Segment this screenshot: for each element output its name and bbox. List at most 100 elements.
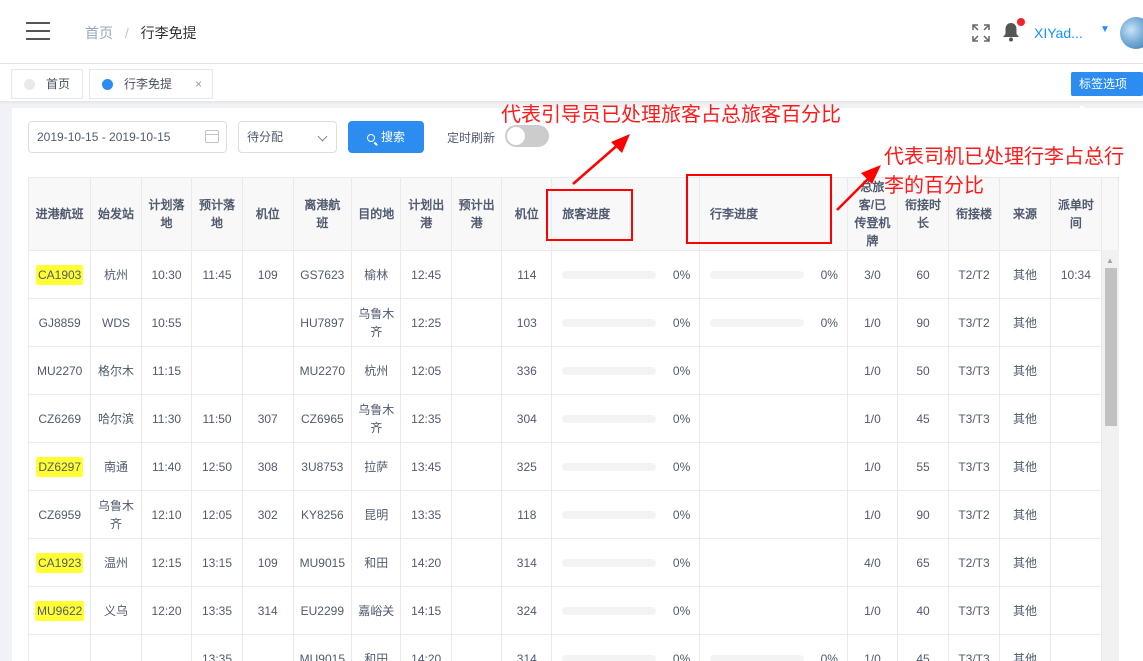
cell-src: 其他 <box>999 538 1051 587</box>
progress-percent: 0% <box>672 507 691 522</box>
cell-est-land: 12:50 <box>191 442 243 491</box>
cell-dispatch <box>1050 634 1103 661</box>
table-row[interactable]: CZ6269 哈尔滨 11:30 11:50 307 CZ6965 乌鲁木齐 12:35 304… <box>29 394 1119 443</box>
cell-bag-progress: 0% <box>699 298 848 347</box>
passenger-progress-bar <box>562 558 657 567</box>
flight-highlight: CA1903 <box>35 264 84 285</box>
cell-dep-flight: CZ6965 <box>293 394 353 443</box>
cell-pax-progress: 0% <box>551 442 700 491</box>
table-row[interactable]: MU2270 格尔木 11:15 MU2270 杭州 12:05 336 0% 1/0 50 T3/… <box>29 346 1119 395</box>
auto-refresh-toggle[interactable] <box>505 125 549 147</box>
scroll-up-icon[interactable]: ▲ <box>1106 256 1114 265</box>
table-row[interactable]: CA1923 温州 12:15 13:15 109 MU9015 和田 14:20 314 0% 4… <box>29 538 1119 587</box>
cell-plan-land: 12:20 <box>141 586 193 635</box>
cell-pax-progress: 0% <box>551 586 700 635</box>
cell-plan-dep: 14:15 <box>400 586 452 635</box>
cell-pax-progress: 0% <box>551 538 700 587</box>
progress-percent: 0% <box>820 651 838 661</box>
baggage-progress-bar <box>709 270 804 279</box>
cell-est-dep <box>451 298 503 347</box>
table-row[interactable]: CZ6959 乌鲁木齐 12:10 12:05 302 KY8256 昆明 13:35 118 0… <box>29 490 1119 539</box>
cell-dep-flight: MU9015 <box>293 538 353 587</box>
cell-dep-flight: KY8256 <box>293 490 353 539</box>
progress-percent: 0% <box>820 315 838 330</box>
cell-dispatch <box>1050 394 1103 443</box>
cell-pax-progress: 0% <box>551 250 700 299</box>
notification-badge <box>1017 18 1025 26</box>
cell-dest: 拉萨 <box>351 442 402 491</box>
fullscreen-icon[interactable] <box>972 24 990 42</box>
cell-est-dep <box>451 538 503 587</box>
cell-dep-stand: 304 <box>501 394 553 443</box>
cell-est-land <box>191 298 243 347</box>
cell-stand: 308 <box>242 442 294 491</box>
avatar[interactable] <box>1120 17 1143 49</box>
cell-board: 1/0 <box>847 442 899 491</box>
cell-plan-dep: 12:05 <box>400 346 452 395</box>
cell-pax-progress: 0% <box>551 490 700 539</box>
table-row[interactable]: DZ6297 南通 11:40 12:50 308 3U8753 拉萨 13:45 325 0% 1… <box>29 442 1119 491</box>
tag-baggage[interactable]: 行李免提 × <box>89 69 213 99</box>
cell-plan-dep: 14:20 <box>400 634 452 661</box>
cell-pax-progress: 0% <box>551 346 700 395</box>
column-header: 目的地 <box>351 178 402 251</box>
username[interactable]: XIYad... <box>1034 25 1083 41</box>
cell-flight: CZ6959 <box>29 490 92 539</box>
cell-flight: MU9622 <box>29 586 92 635</box>
cell-conn: 60 <box>897 250 949 299</box>
baggage-progress-bar <box>709 318 804 327</box>
cell-plan-land: 11:15 <box>141 346 193 395</box>
tag-options-label: 标签选项 <box>1079 77 1128 91</box>
passenger-progress-bar <box>562 270 657 279</box>
search-button[interactable]: 搜索 <box>348 121 424 153</box>
cell-dest: 和田 <box>351 634 402 661</box>
cell-board: 3/0 <box>847 250 899 299</box>
date-range-picker[interactable]: 2019-10-15 - 2019-10-15 <box>28 121 227 153</box>
cell-dep-stand: 336 <box>501 346 553 395</box>
progress-percent: 0% <box>672 315 691 330</box>
breadcrumb-home[interactable]: 首页 <box>85 25 113 41</box>
cell-src: 其他 <box>999 634 1051 661</box>
column-header: 离港航班 <box>293 178 353 251</box>
cell-pax-progress: 0% <box>551 394 700 443</box>
cell-src: 其他 <box>999 250 1051 299</box>
cell-est-dep <box>451 634 503 661</box>
table-row[interactable]: GJ8859 WDS 10:55 HU7897 乌鲁木齐 12:25 103 0% 0% 1/0 9… <box>29 298 1119 347</box>
passenger-progress-bar <box>562 462 657 471</box>
tag-options-button[interactable]: 标签选项 ▾ <box>1071 72 1143 115</box>
cell-conn: 50 <box>897 346 949 395</box>
caret-down-icon[interactable]: ▼ <box>1100 24 1110 35</box>
cell-est-dep <box>451 442 503 491</box>
cell-dep-flight: 3U8753 <box>293 442 353 491</box>
table-row[interactable]: 13:35 MU9015 和田 14:20 314 0% 0% 1/0 45 T3/T3 其他 <box>29 634 1119 661</box>
close-icon[interactable]: × <box>195 70 202 98</box>
cell-stand: 109 <box>242 250 294 299</box>
cell-dep-stand: 114 <box>501 250 553 299</box>
passenger-progress-bar <box>562 510 657 519</box>
tag-home[interactable]: 首页 <box>11 69 83 99</box>
scrollbar-thumb[interactable] <box>1105 268 1117 426</box>
cell-bag-progress <box>699 346 848 395</box>
cell-plan-dep: 12:25 <box>400 298 452 347</box>
bell-icon[interactable] <box>1002 22 1020 42</box>
cell-bag-progress <box>699 586 848 635</box>
column-header: 机位 <box>501 178 553 251</box>
cell-dest: 杭州 <box>351 346 402 395</box>
column-header: 预计落地 <box>191 178 243 251</box>
cell-plan-land: 11:30 <box>141 394 193 443</box>
hamburger-icon[interactable] <box>26 22 50 40</box>
table-row[interactable]: CA1903 杭州 10:30 11:45 109 GS7623 榆林 12:45 114 0% 0… <box>29 250 1119 299</box>
cell-dep-stand: 314 <box>501 634 553 661</box>
cell-src: 其他 <box>999 394 1051 443</box>
table-row[interactable]: MU9622 义乌 12:20 13:35 314 EU2299 嘉峪关 14:15 324 0%… <box>29 586 1119 635</box>
cell-stand <box>242 298 294 347</box>
cell-dep-flight: EU2299 <box>293 586 353 635</box>
cell-src: 其他 <box>999 490 1051 539</box>
annotation-passenger: 代表引导员已处理旅客占总旅客百分比 <box>501 104 841 126</box>
cell-bag-progress: 0% <box>699 634 848 661</box>
status-select[interactable]: 待分配 <box>238 121 337 153</box>
annotation-baggage: 代表司机已处理行李占总行李的百分比 <box>884 146 1124 197</box>
cell-plan-dep: 12:45 <box>400 250 452 299</box>
cell-plan-land: 10:30 <box>141 250 193 299</box>
cell-src: 其他 <box>999 346 1051 395</box>
